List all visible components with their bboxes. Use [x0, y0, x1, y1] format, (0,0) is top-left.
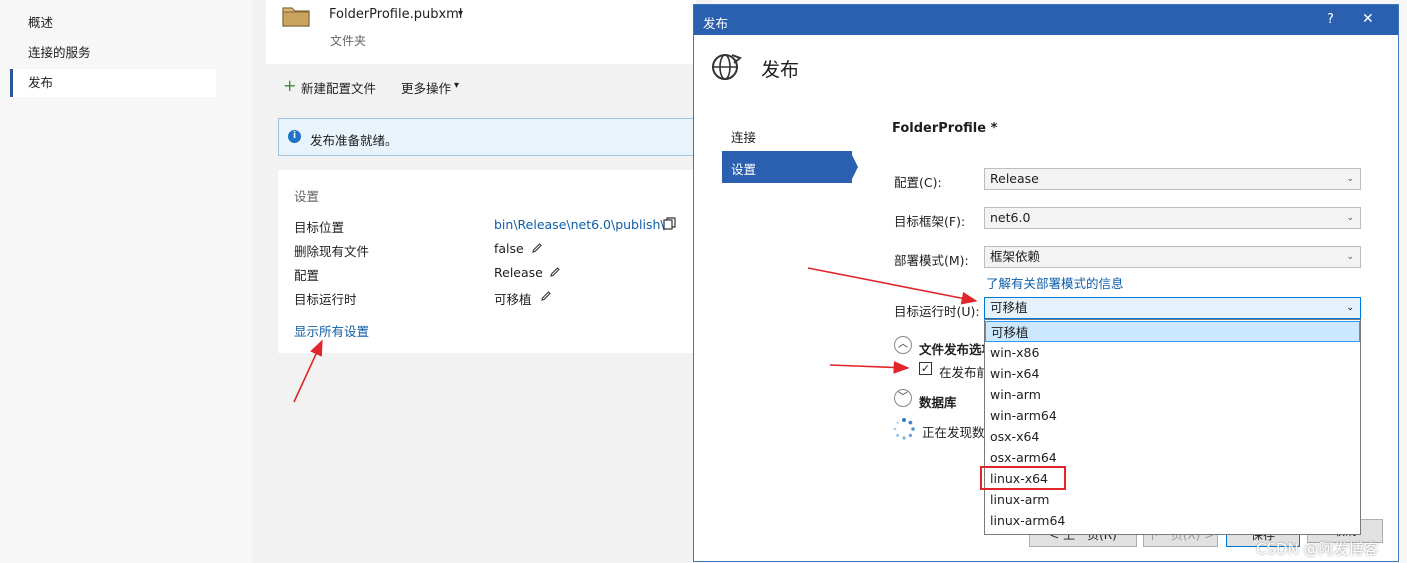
chevron-down-icon: ⌄: [1346, 174, 1354, 184]
dialog-nav-connect[interactable]: 连接: [731, 127, 756, 146]
folder-icon: [282, 7, 310, 27]
left-nav: 概述 连接的服务 发布: [0, 0, 252, 563]
plus-icon[interactable]: +: [283, 76, 296, 95]
runtime-option[interactable]: linux-arm64: [985, 510, 1360, 531]
profile-name[interactable]: FolderProfile.pubxml: [329, 7, 462, 22]
help-button[interactable]: ?: [1327, 12, 1334, 27]
framework-value: net6.0: [990, 210, 1031, 225]
dialog-nav-settings-label: 设置: [731, 162, 757, 177]
expand-icon[interactable]: ﹀: [894, 389, 912, 407]
checkbox-label: 在发布前: [939, 365, 990, 380]
runtime-dropdown[interactable]: 可移植 ⌄: [984, 297, 1361, 319]
nav-item-overview[interactable]: 概述: [10, 9, 216, 37]
spinner-icon: [893, 418, 915, 440]
edit-icon[interactable]: [540, 290, 552, 302]
runtime-option[interactable]: win-x86: [985, 342, 1360, 363]
setting-value-configuration: Release: [494, 265, 543, 280]
setting-label-target-runtime: 目标运行时: [294, 292, 357, 307]
runtime-label: 目标运行时(U):: [894, 304, 980, 319]
deploy-mode-value: 框架依赖: [990, 249, 1041, 264]
dialog-nav-settings[interactable]: 设置: [722, 151, 852, 183]
globe-publish-icon: [712, 54, 742, 80]
setting-label-delete-files: 删除现有文件: [294, 244, 370, 259]
info-icon: i: [288, 130, 301, 143]
runtime-option[interactable]: linux-arm: [985, 489, 1360, 510]
show-all-settings-link[interactable]: 显示所有设置: [294, 321, 369, 340]
setting-label-target-location: 目标位置: [294, 220, 345, 235]
chevron-down-icon: ⌄: [1346, 252, 1354, 262]
collapse-icon[interactable]: ︿: [894, 336, 912, 354]
dialog-heading: 发布: [761, 59, 800, 81]
config-dropdown[interactable]: Release ⌄: [984, 168, 1361, 190]
nav-item-connected-services[interactable]: 连接的服务: [10, 39, 216, 67]
config-label: 配置(C):: [894, 175, 942, 190]
setting-label-configuration: 配置: [294, 268, 320, 283]
more-actions-button[interactable]: 更多操作: [401, 78, 451, 97]
runtime-option[interactable]: win-arm64: [985, 405, 1360, 426]
info-text: 发布准备就绪。: [310, 133, 398, 148]
profile-caret-icon[interactable]: ▾: [458, 8, 463, 19]
framework-dropdown[interactable]: net6.0 ⌄: [984, 207, 1361, 229]
profile-type: 文件夹: [330, 34, 367, 48]
nav-item-publish[interactable]: 发布: [10, 69, 216, 97]
watermark: CSDN @阿发博客: [1256, 540, 1379, 558]
runtime-option[interactable]: osx-x64: [985, 426, 1360, 447]
new-profile-button[interactable]: 新建配置文件: [301, 78, 376, 97]
publish-dialog: 发布 ? ✕ 发布 连接 设置 FolderProfile * 配置(C): R…: [693, 4, 1399, 562]
chevron-down-icon: ⌄: [1346, 303, 1354, 313]
runtime-option[interactable]: win-x64: [985, 363, 1360, 384]
deploy-mode-dropdown[interactable]: 框架依赖 ⌄: [984, 246, 1361, 268]
config-value: Release: [990, 171, 1039, 186]
highlight-box: [980, 466, 1066, 490]
chevron-down-icon: ⌄: [1346, 213, 1354, 223]
setting-value-target-runtime: 可移植: [494, 292, 532, 307]
edit-icon[interactable]: [531, 242, 543, 254]
deploy-mode-info-link[interactable]: 了解有关部署模式的信息: [986, 273, 1124, 292]
settings-header: 设置: [294, 189, 320, 204]
dialog-title: 发布: [703, 16, 729, 31]
runtime-option[interactable]: win-arm: [985, 384, 1360, 405]
nav-pointer-icon: [851, 153, 858, 181]
more-actions-caret-icon[interactable]: ▾: [454, 80, 459, 91]
runtime-option[interactable]: osx-arm64: [985, 447, 1360, 468]
database-section[interactable]: 数据库: [919, 392, 957, 411]
dialog-titlebar: 发布 ? ✕: [694, 5, 1398, 35]
setting-value-delete-files: false: [494, 241, 524, 256]
file-publish-section[interactable]: 文件发布选项: [919, 339, 994, 358]
deploy-mode-label: 部署模式(M):: [894, 253, 969, 268]
profile-title: FolderProfile *: [892, 121, 998, 136]
discovering-text: 正在发现数: [922, 425, 985, 440]
runtime-value: 可移植: [990, 300, 1028, 315]
framework-label: 目标框架(F):: [894, 214, 966, 229]
runtime-options-list: 可移植 win-x86 win-x64 win-arm win-arm64 os…: [984, 319, 1361, 535]
close-button[interactable]: ✕: [1362, 11, 1374, 27]
setting-value-target-location[interactable]: bin\Release\net6.0\publish\: [494, 217, 665, 232]
checkbox[interactable]: ✓: [919, 362, 932, 375]
edit-icon[interactable]: [549, 266, 561, 278]
runtime-option[interactable]: 可移植: [985, 321, 1360, 342]
copy-icon[interactable]: [663, 217, 676, 230]
